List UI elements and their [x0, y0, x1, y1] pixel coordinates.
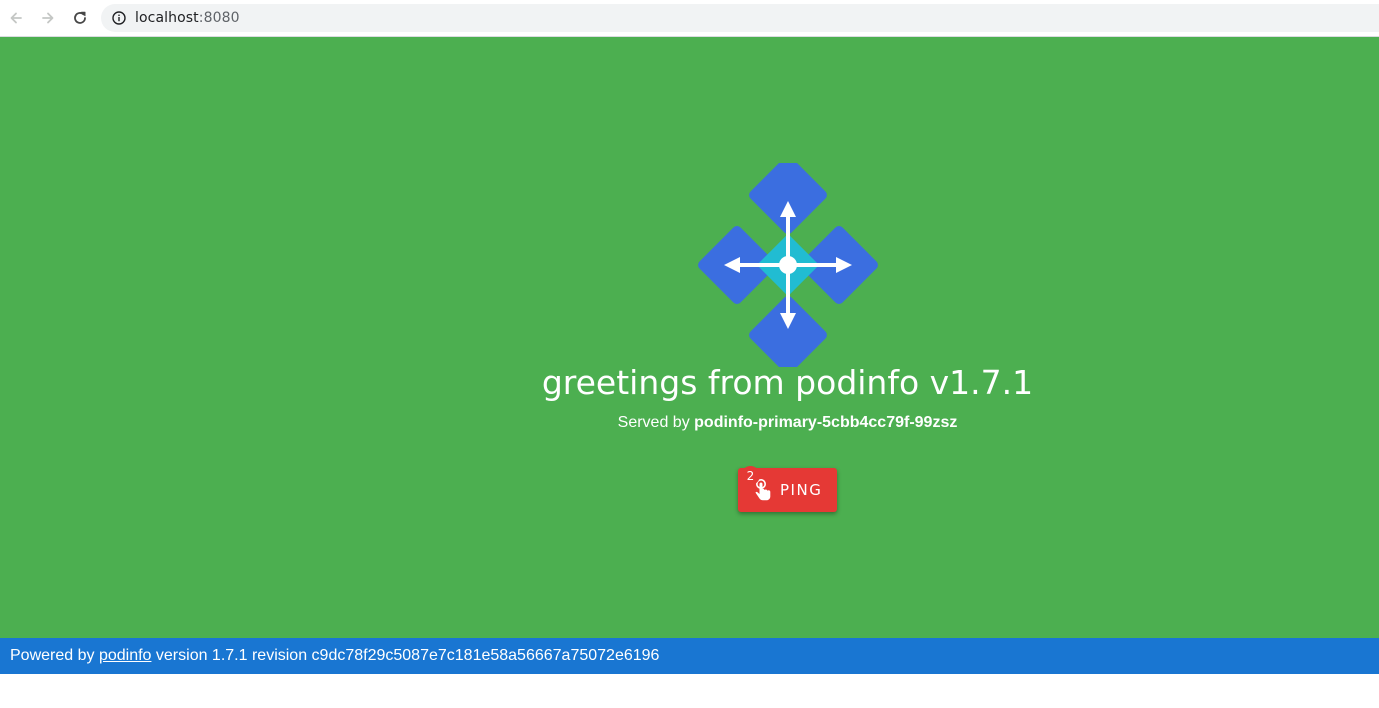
url-host: localhost [135, 10, 199, 26]
ping-label: PING [780, 481, 823, 499]
footer: Powered by podinfo version 1.7.1 revisio… [0, 638, 1379, 674]
url-port: :8080 [198, 10, 240, 26]
reload-icon [74, 11, 86, 24]
url-text: localhost:8080 [135, 10, 240, 26]
browser-toolbar: localhost:8080 [0, 0, 1379, 37]
reload-button[interactable] [68, 6, 92, 30]
info-icon[interactable] [111, 10, 127, 26]
address-bar[interactable]: localhost:8080 [101, 4, 1379, 32]
arrow-right-icon [42, 12, 54, 24]
greeting-title: greetings from podinfo v1.7.1 [541, 363, 1034, 402]
arrow-left-icon [10, 12, 22, 24]
main-content: greetings from podinfo v1.7.1 Served by … [0, 37, 1379, 638]
podinfo-logo [698, 163, 878, 367]
ping-count-badge: 2 [741, 466, 760, 485]
served-by-label: Served by [617, 414, 690, 431]
pod-name: podinfo-primary-5cbb4cc79f-99zsz [694, 414, 958, 431]
footer-prefix: Powered by [10, 647, 95, 664]
podinfo-link[interactable]: podinfo [99, 647, 152, 664]
forward-button[interactable] [36, 6, 60, 30]
served-by-line: Served by podinfo-primary-5cbb4cc79f-99z… [0, 414, 1379, 432]
back-button[interactable] [4, 6, 28, 30]
ping-button[interactable]: PING 2 [738, 466, 837, 512]
footer-version: version 1.7.1 revision c9dc78f29c5087e7c… [155, 647, 660, 664]
